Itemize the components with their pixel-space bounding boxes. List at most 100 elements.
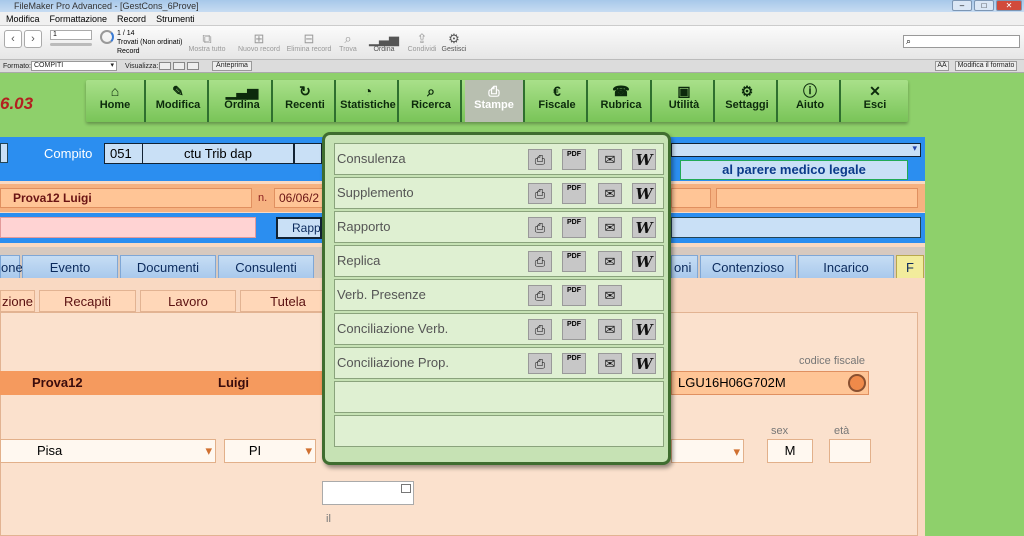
edit-layout-button[interactable]: Modifica il formato [955, 61, 1017, 71]
compito-left-field[interactable] [0, 143, 8, 163]
preview-button[interactable]: Anteprima [212, 61, 252, 71]
mail-icon[interactable]: ✉ [598, 353, 622, 374]
tab-evento[interactable]: Evento [22, 255, 118, 278]
word-icon[interactable]: W [632, 183, 656, 204]
manage-button[interactable]: ⚙ Gestisci [432, 32, 476, 54]
close-window-button[interactable]: ✕ [996, 0, 1022, 11]
right-margin [925, 73, 1024, 536]
printer-icon[interactable]: ⎙ [528, 251, 552, 272]
person-name-field[interactable]: Prova12 Luigi [0, 188, 252, 208]
nav-button-statistiche[interactable]: ◔ Statistiche [339, 80, 399, 122]
nav-button-aiuto[interactable]: ⓘ Aiuto [781, 80, 841, 122]
detail-dropdown[interactable]: ▾ [671, 439, 744, 463]
next-record-button[interactable]: › [24, 30, 42, 48]
tab-incarico[interactable]: Incarico [798, 255, 894, 278]
sex-field[interactable]: M [767, 439, 813, 463]
subtab-recapiti[interactable]: Recapiti [39, 290, 136, 312]
city-field[interactable]: Pisa ▾ [0, 439, 216, 463]
parere-field[interactable]: al parere medico legale [680, 160, 908, 180]
word-icon[interactable]: W [632, 217, 656, 238]
mail-icon[interactable]: ✉ [598, 319, 622, 340]
word-icon[interactable]: W [632, 251, 656, 272]
nav-button-rubrica[interactable]: ☎ Rubrica [592, 80, 652, 122]
printer-icon[interactable]: ⎙ [528, 183, 552, 204]
printer-icon[interactable]: ⎙ [528, 285, 552, 306]
prev-record-button[interactable]: ‹ [4, 30, 22, 48]
minimize-button[interactable]: – [952, 0, 972, 11]
word-icon[interactable]: W [632, 319, 656, 340]
show-all-button[interactable]: ⧉ Mostra tutto [182, 32, 232, 54]
compito-dropdown[interactable]: ▾ [671, 143, 921, 157]
format-select[interactable]: COMPITI ▾ [31, 61, 117, 71]
mail-icon[interactable]: ✉ [598, 183, 622, 204]
nav-button-utilit-[interactable]: ▣ Utilità [655, 80, 715, 122]
nav-button-fiscale[interactable]: € Fiscale [528, 80, 588, 122]
printer-icon[interactable]: ⎙ [528, 149, 552, 170]
nav-button-recenti[interactable]: ↻ Recenti [276, 80, 336, 122]
printer-icon[interactable]: ⎙ [528, 217, 552, 238]
new-record-button[interactable]: ⊞ Nuovo record [234, 32, 284, 54]
word-icon[interactable]: W [632, 149, 656, 170]
codice-fiscale-field[interactable]: LGU16H06G702M [671, 371, 869, 395]
codice-fiscale-check-button[interactable] [848, 374, 866, 392]
compito-number-field[interactable]: 051 [104, 143, 144, 164]
firstname-value[interactable]: Luigi [218, 371, 249, 395]
record-number-field[interactable]: 1 [50, 30, 92, 40]
tab-consulenti[interactable]: Consulenti [218, 255, 314, 278]
compito-description-field[interactable]: ctu Trib dap [142, 143, 294, 164]
menu-record[interactable]: Record [117, 12, 146, 25]
pdf-icon[interactable]: PDF [562, 353, 586, 374]
record-slider[interactable] [50, 43, 92, 46]
subtab-anagrafica[interactable]: zione [0, 290, 35, 312]
maximize-button[interactable]: □ [974, 0, 994, 11]
rapporto-button[interactable]: Rappo [276, 217, 322, 239]
date-field[interactable]: 06/06/2 [274, 188, 326, 208]
nav-button-home[interactable]: ⌂ Home [86, 80, 146, 122]
tab-operazione[interactable]: one [0, 255, 23, 278]
mail-icon[interactable]: ✉ [598, 285, 622, 306]
quick-find-input[interactable]: ⌕ [903, 35, 1020, 48]
list-view-icon[interactable] [173, 62, 185, 70]
tab-obbligazioni[interactable]: oni [671, 255, 698, 278]
nav-button-ordina[interactable]: ▁▃▅ Ordina [213, 80, 273, 122]
menu-formattazione[interactable]: Formattazione [50, 12, 108, 25]
mail-icon[interactable]: ✉ [598, 149, 622, 170]
pdf-icon[interactable]: PDF [562, 149, 586, 170]
action-right-field[interactable] [671, 217, 921, 238]
info-icon: ⓘ [803, 83, 817, 99]
compito-extra-field[interactable] [294, 143, 322, 164]
pdf-icon[interactable]: PDF [562, 285, 586, 306]
printer-icon[interactable]: ⎙ [528, 319, 552, 340]
tab-contenzioso[interactable]: Contenzioso [700, 255, 796, 278]
pdf-icon[interactable]: PDF [562, 251, 586, 272]
pdf-icon[interactable]: PDF [562, 319, 586, 340]
nav-button-esci[interactable]: ✕ Esci [845, 80, 905, 122]
menu-strumenti[interactable]: Strumenti [156, 12, 195, 25]
surname-value[interactable]: Prova12 [32, 371, 83, 395]
calendar-icon[interactable] [401, 484, 411, 493]
pdf-icon[interactable]: PDF [562, 183, 586, 204]
pdf-icon[interactable]: PDF [562, 217, 586, 238]
person-extra-field-2[interactable] [716, 188, 918, 208]
word-icon[interactable]: W [632, 353, 656, 374]
action-pink-field[interactable] [0, 217, 256, 238]
tab-f[interactable]: F [896, 255, 924, 278]
nav-button-settaggi[interactable]: ⚙ Settaggi [718, 80, 778, 122]
printer-icon[interactable]: ⎙ [528, 353, 552, 374]
box-icon: ▣ [677, 83, 691, 99]
tab-documenti[interactable]: Documenti [120, 255, 216, 278]
province-field[interactable]: PI ▾ [224, 439, 316, 463]
person-extra-field-1[interactable] [671, 188, 711, 208]
date-input[interactable] [322, 481, 414, 505]
nav-button-stampe[interactable]: ⎙ Stampe [465, 80, 525, 122]
mail-icon[interactable]: ✉ [598, 251, 622, 272]
subtab-lavoro[interactable]: Lavoro [140, 290, 236, 312]
text-format-button[interactable]: AÄ [935, 61, 949, 71]
nav-button-modifica[interactable]: ✎ Modifica [149, 80, 209, 122]
menu-modifica[interactable]: Modifica [6, 12, 40, 25]
table-view-icon[interactable] [187, 62, 199, 70]
mail-icon[interactable]: ✉ [598, 217, 622, 238]
nav-button-ricerca[interactable]: ⌕ Ricerca [402, 80, 462, 122]
form-view-icon[interactable] [159, 62, 171, 70]
eta-field[interactable] [829, 439, 871, 463]
